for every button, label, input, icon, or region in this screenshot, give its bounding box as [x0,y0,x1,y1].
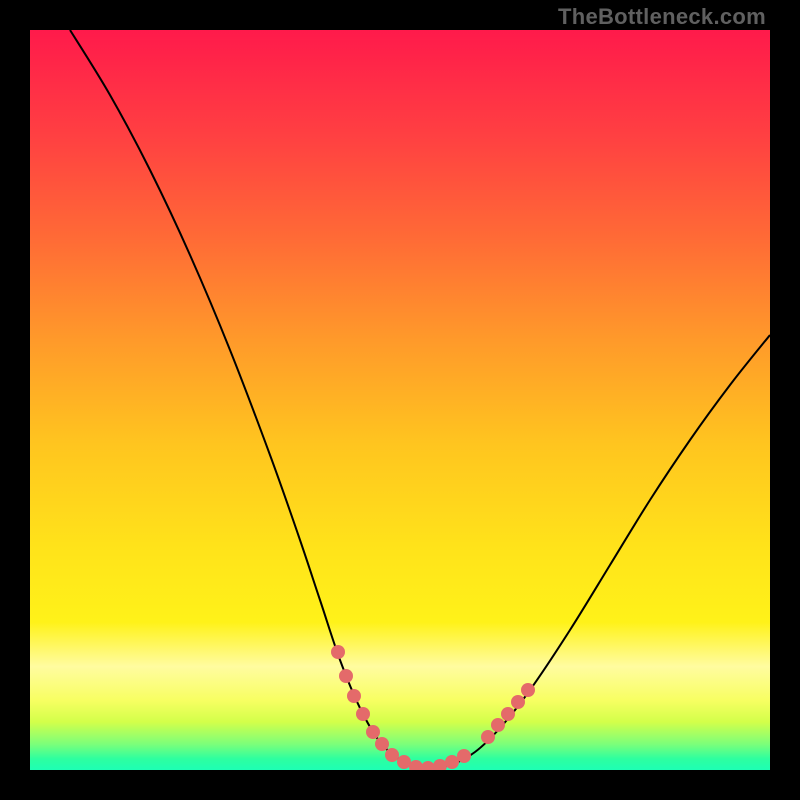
curve-marker [511,695,525,709]
bottleneck-chart [30,30,770,770]
curve-marker [397,755,411,769]
chart-background [30,30,770,770]
curve-marker [501,707,515,721]
curve-marker [385,748,399,762]
curve-marker [331,645,345,659]
curve-marker [356,707,370,721]
curve-marker [347,689,361,703]
curve-marker [481,730,495,744]
watermark-text: TheBottleneck.com [558,4,766,30]
curve-marker [375,737,389,751]
chart-frame [30,30,770,770]
curve-marker [366,725,380,739]
curve-marker [491,718,505,732]
curve-marker [457,749,471,763]
curve-marker [445,755,459,769]
curve-marker [521,683,535,697]
curve-marker [339,669,353,683]
